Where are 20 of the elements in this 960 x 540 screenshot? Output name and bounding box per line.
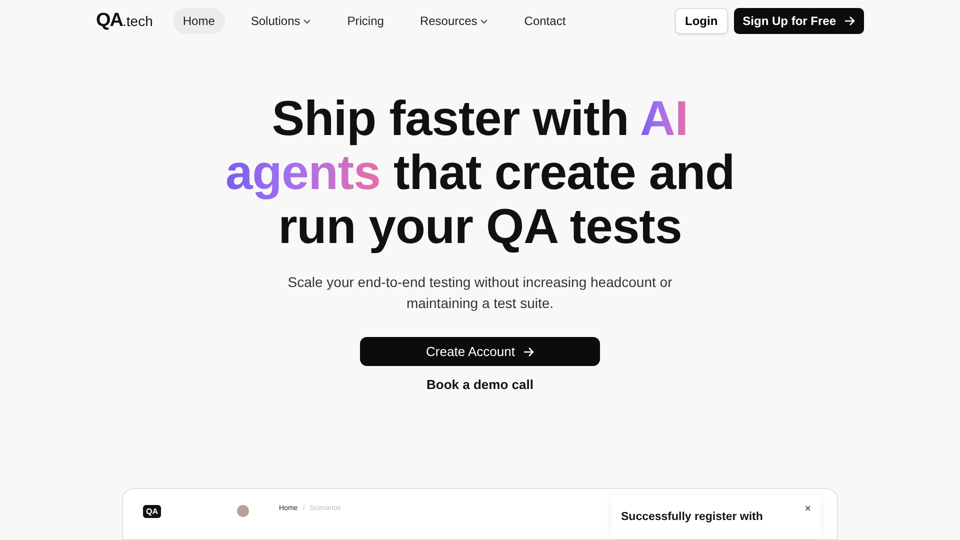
chevron-down-icon <box>303 17 312 26</box>
close-button[interactable]: × <box>804 503 811 515</box>
hero-subtitle: Scale your end-to-end testing without increasing headcount or maintaining a test suite. <box>286 273 674 314</box>
avatar <box>237 505 249 517</box>
hero-heading: Ship faster with AI agents that create and run your QA tests <box>225 92 735 254</box>
nav-link[interactable]: Solutions <box>240 8 322 34</box>
logo[interactable]: QA.tech <box>96 10 153 32</box>
nav-link[interactable]: Contact <box>514 8 576 34</box>
nav-link[interactable]: Home <box>172 8 225 34</box>
login-button[interactable]: Login <box>675 8 728 34</box>
toast-title: Successfully register with <box>621 511 763 523</box>
chevron-down-icon <box>480 17 488 26</box>
arrow-right-icon <box>844 16 855 26</box>
demo-link[interactable]: Book a demo call <box>426 377 534 392</box>
signup-button[interactable]: Sign Up for Free <box>734 8 864 34</box>
arrow-right-icon <box>522 346 534 357</box>
create-account-button[interactable]: Create Account <box>360 337 600 366</box>
nav-link[interactable]: Resources <box>410 8 498 34</box>
app-logo: QA <box>143 505 161 518</box>
nav-link[interactable]: Pricing <box>337 8 394 34</box>
